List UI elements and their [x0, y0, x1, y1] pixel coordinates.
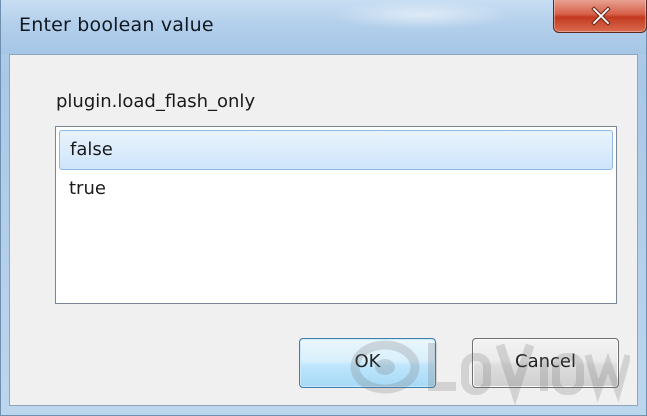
window-title: Enter boolean value — [19, 14, 214, 36]
close-button[interactable] — [553, 0, 647, 33]
ok-button[interactable]: OK — [299, 338, 436, 388]
list-item-false[interactable]: false — [59, 130, 613, 170]
dialog-window: Enter boolean value plugin.load_flash_on… — [0, 0, 647, 416]
preference-name-label: plugin.load_flash_only — [56, 91, 256, 112]
title-bar[interactable]: Enter boolean value — [1, 0, 647, 54]
close-icon — [591, 6, 611, 26]
value-listbox[interactable]: false true — [55, 126, 617, 304]
list-item-true[interactable]: true — [59, 170, 613, 210]
cancel-button[interactable]: Cancel — [472, 338, 619, 388]
dialog-content: plugin.load_flash_only false true OK Can… — [9, 54, 638, 406]
